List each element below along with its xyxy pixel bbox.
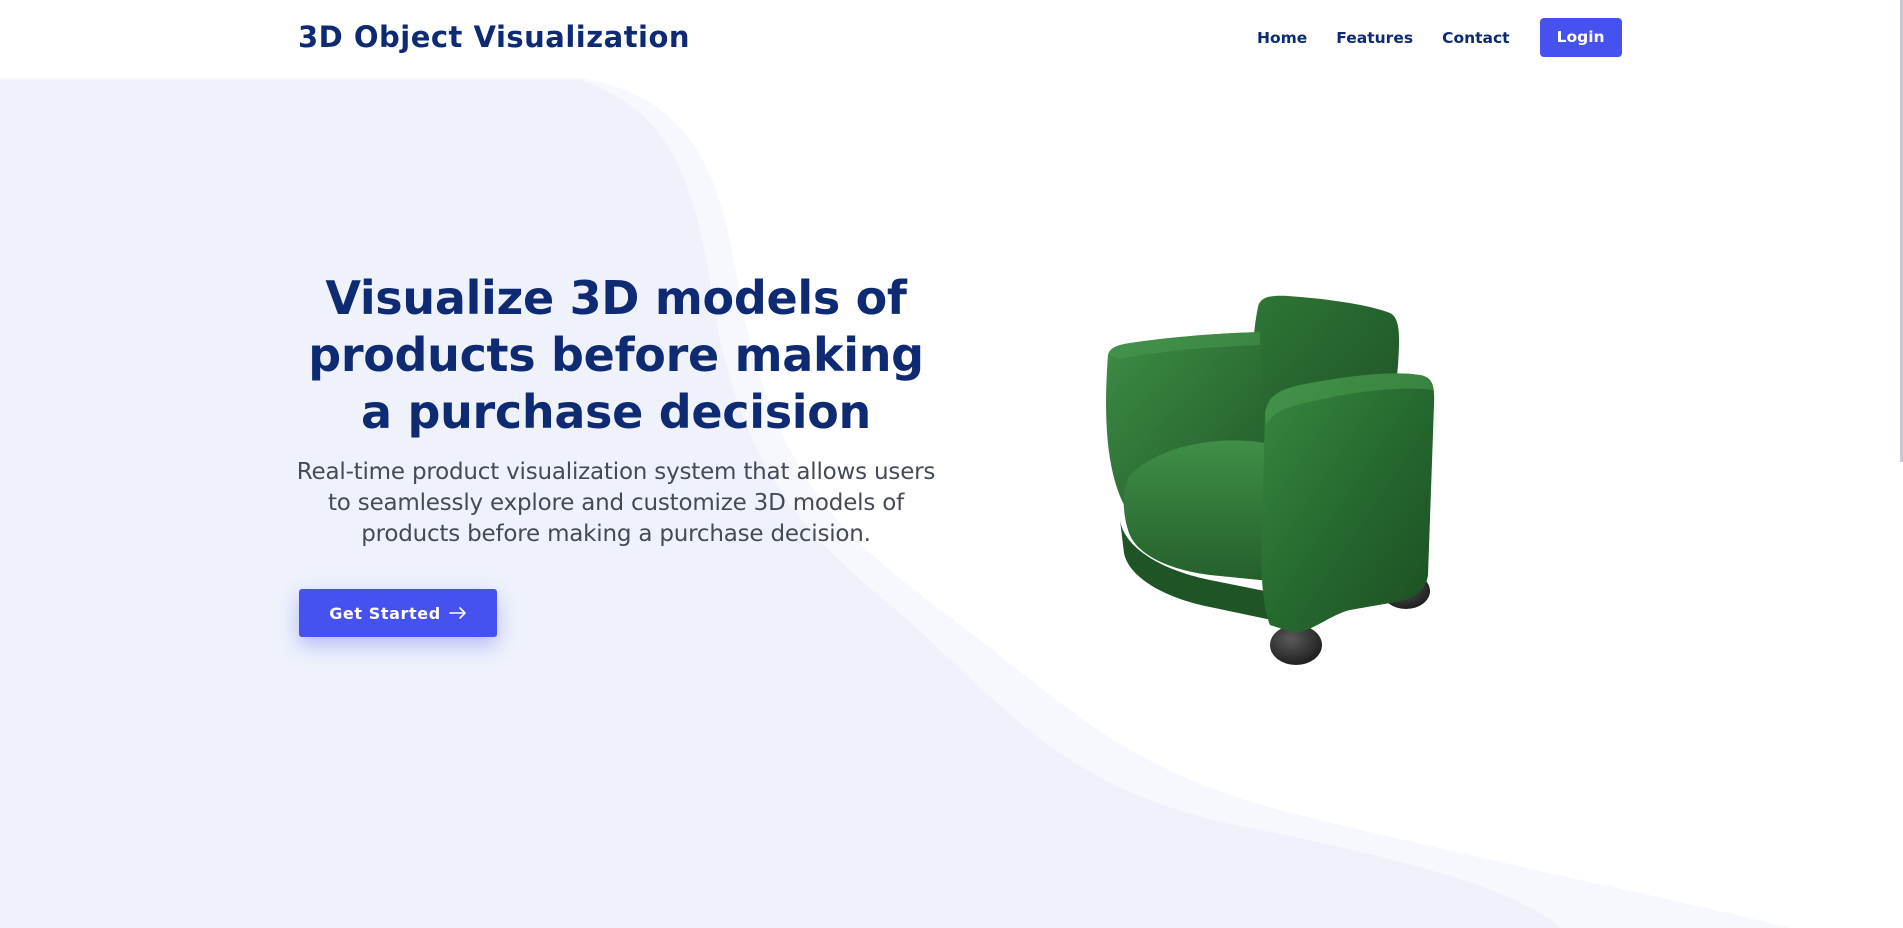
landing-page: 3D Object Visualization Home Features Co… [0,0,1903,928]
hero-subtitle: Real-time product visualization system t… [296,459,936,547]
top-navbar: 3D Object Visualization Home Features Co… [0,0,1903,78]
hero-section: Visualize 3D models of products before m… [296,270,936,550]
3d-model-viewer[interactable] [1090,285,1490,675]
login-button[interactable]: Login [1539,18,1622,57]
arrow-right-icon [449,604,467,623]
nav-link-features[interactable]: Features [1336,29,1413,47]
get-started-button[interactable]: Get Started [299,589,497,637]
armchair-icon [1106,295,1435,665]
get-started-label: Get Started [329,603,441,623]
nav-links: Home Features Contact Login [1257,18,1622,57]
hero-title: Visualize 3D models of products before m… [308,271,924,439]
nav-link-contact[interactable]: Contact [1442,29,1510,47]
background-waves [0,78,1790,928]
brand-logo-text[interactable]: 3D Object Visualization [298,20,690,54]
nav-link-home[interactable]: Home [1257,29,1307,47]
